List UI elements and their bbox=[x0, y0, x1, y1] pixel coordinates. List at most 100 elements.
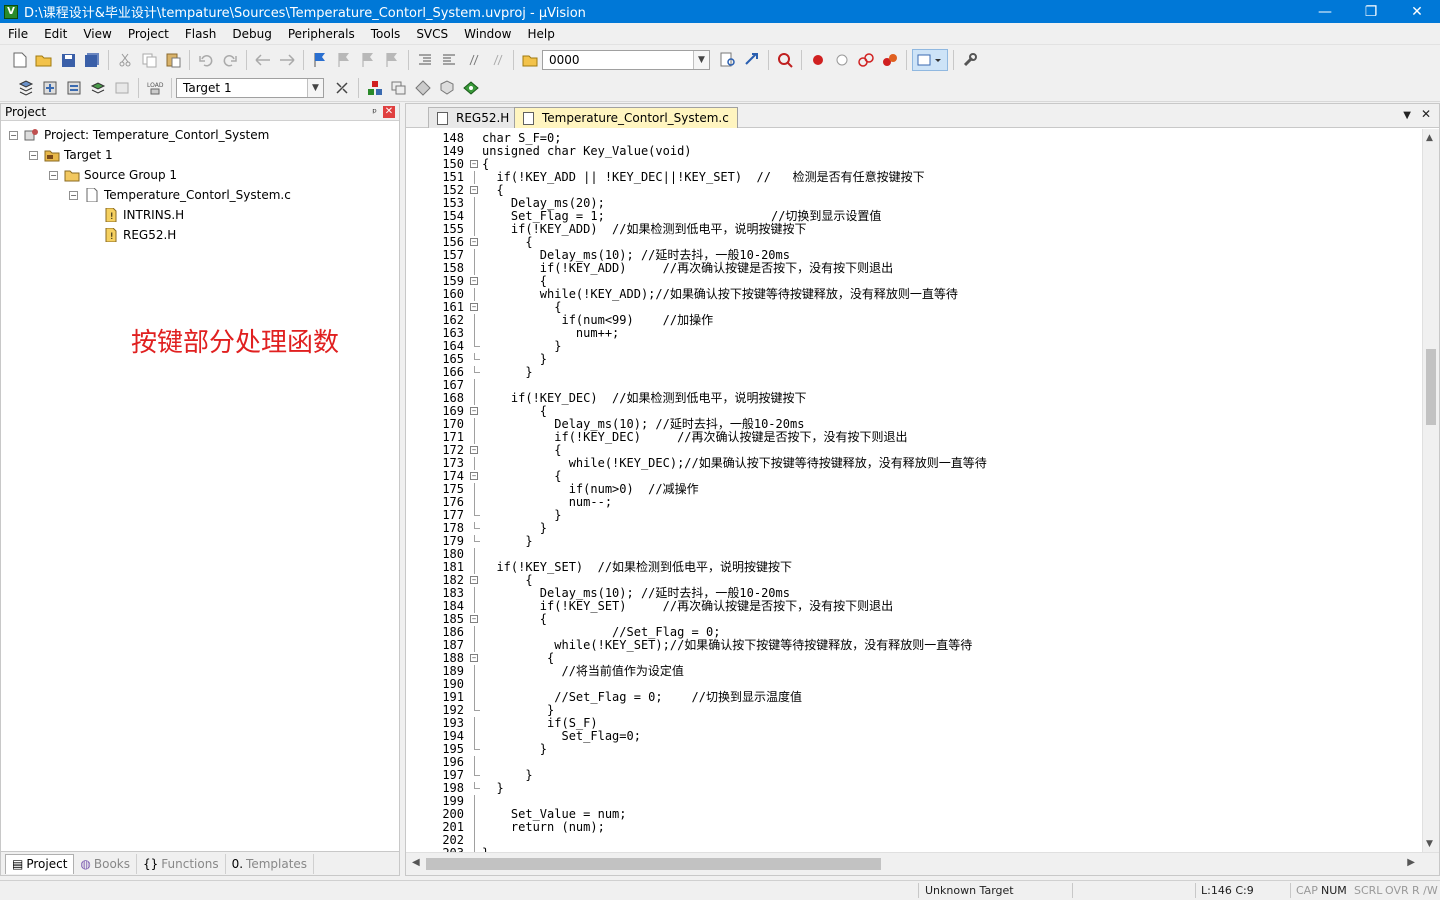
collapse-icon[interactable]: − bbox=[29, 150, 38, 160]
tab-reg52-h[interactable]: REG52.H bbox=[428, 107, 519, 128]
menu-view[interactable]: View bbox=[75, 23, 119, 45]
stop-build-icon[interactable] bbox=[111, 77, 133, 99]
menu-edit[interactable]: Edit bbox=[36, 23, 75, 45]
code-line[interactable]: 151 if(!KEY_ADD || !KEY_DEC||!KEY_SET) /… bbox=[406, 171, 1423, 184]
rebuild-icon[interactable] bbox=[63, 77, 85, 99]
paste-icon[interactable] bbox=[162, 49, 184, 71]
fold-collapse-icon[interactable]: − bbox=[470, 160, 478, 168]
incremental-find-icon[interactable] bbox=[741, 49, 763, 71]
pack-installer-icon[interactable] bbox=[436, 77, 458, 99]
insert-breakpoint-icon[interactable] bbox=[807, 49, 829, 71]
batch-build-icon[interactable] bbox=[87, 77, 109, 99]
fold-collapse-icon[interactable]: − bbox=[470, 446, 478, 454]
code-line[interactable]: 187 while(!KEY_SET);//如果确认按下按键等待按键释放，没有释… bbox=[406, 639, 1423, 652]
menu-svcs[interactable]: SVCS bbox=[408, 23, 456, 45]
save-all-icon[interactable] bbox=[81, 49, 103, 71]
code-line[interactable]: 155 if(!KEY_ADD) //如果检测到低电平，说明按键按下 bbox=[406, 223, 1423, 236]
code-line[interactable]: 165 } bbox=[406, 353, 1423, 366]
collapse-icon[interactable]: − bbox=[49, 170, 58, 180]
next-bookmark-icon[interactable] bbox=[357, 49, 379, 71]
code-line[interactable]: 166 } bbox=[406, 366, 1423, 379]
pin-icon[interactable]: ᵖ bbox=[372, 106, 377, 119]
kill-breakpoints-icon[interactable] bbox=[879, 49, 901, 71]
scroll-up-icon[interactable]: ▲ bbox=[1426, 133, 1433, 143]
code-line[interactable]: 191 //Set_Flag = 0; //切换到显示温度值 bbox=[406, 691, 1423, 704]
find-combo-arrow-icon[interactable]: ▼ bbox=[693, 51, 709, 69]
tab-templates[interactable]: 0. Templates bbox=[226, 853, 315, 874]
code-line[interactable]: 195 } bbox=[406, 743, 1423, 756]
menu-debug[interactable]: Debug bbox=[224, 23, 279, 45]
save-icon[interactable] bbox=[57, 49, 79, 71]
horizontal-scroll-thumb[interactable] bbox=[426, 858, 881, 870]
tree-item-header-file[interactable]: ! INTRINS.H bbox=[103, 205, 184, 225]
target-select[interactable]: Target 1 ▼ bbox=[176, 78, 324, 98]
tab-books[interactable]: ◍ Books bbox=[74, 853, 138, 874]
download-icon[interactable]: LOAD bbox=[144, 77, 166, 99]
tab-list-dropdown-icon[interactable]: ▼ bbox=[1403, 110, 1411, 121]
collapse-icon[interactable]: − bbox=[69, 190, 78, 200]
redo-icon[interactable] bbox=[219, 49, 241, 71]
code-line[interactable]: 198 } bbox=[406, 782, 1423, 795]
fold-collapse-icon[interactable]: − bbox=[470, 472, 478, 480]
uncomment-icon[interactable] bbox=[486, 49, 508, 71]
disable-breakpoints-icon[interactable] bbox=[855, 49, 877, 71]
code-line[interactable]: 177 } bbox=[406, 509, 1423, 522]
comment-icon[interactable] bbox=[462, 49, 484, 71]
menu-project[interactable]: Project bbox=[120, 23, 177, 45]
manage-components-icon[interactable] bbox=[364, 77, 386, 99]
scroll-right-icon[interactable]: ▶ bbox=[1407, 857, 1415, 868]
vertical-scroll-thumb[interactable] bbox=[1426, 349, 1436, 425]
previous-bookmark-icon[interactable] bbox=[333, 49, 355, 71]
code-line[interactable]: 164 } bbox=[406, 340, 1423, 353]
menu-peripherals[interactable]: Peripherals bbox=[280, 23, 363, 45]
menu-file[interactable]: File bbox=[0, 23, 36, 45]
file-extensions-icon[interactable] bbox=[388, 77, 410, 99]
navigate-forward-icon[interactable] bbox=[276, 49, 298, 71]
restore-button[interactable]: ❐ bbox=[1348, 0, 1394, 23]
close-window-button[interactable]: ✕ bbox=[1394, 0, 1440, 23]
code-line[interactable]: 184 if(!KEY_SET) //再次确认按键是否按下，没有按下则退出 bbox=[406, 600, 1423, 613]
build-icon[interactable] bbox=[39, 77, 61, 99]
copy-icon[interactable] bbox=[138, 49, 160, 71]
code-line[interactable]: 189 //将当前值作为设定值 bbox=[406, 665, 1423, 678]
debug-session-icon[interactable] bbox=[774, 49, 796, 71]
fold-collapse-icon[interactable]: − bbox=[470, 407, 478, 415]
fold-collapse-icon[interactable]: − bbox=[470, 238, 478, 246]
tab-project[interactable]: ▤ Project bbox=[5, 853, 75, 874]
code-line[interactable]: 178 } bbox=[406, 522, 1423, 535]
target-select-arrow-icon[interactable]: ▼ bbox=[307, 79, 323, 97]
close-editor-icon[interactable]: ✕ bbox=[1421, 107, 1431, 121]
code-line[interactable]: 194 Set_Flag=0; bbox=[406, 730, 1423, 743]
fold-collapse-icon[interactable]: − bbox=[470, 303, 478, 311]
menu-window[interactable]: Window bbox=[456, 23, 519, 45]
code-line[interactable]: 179 } bbox=[406, 535, 1423, 548]
fold-collapse-icon[interactable]: − bbox=[470, 615, 478, 623]
find-icon[interactable] bbox=[717, 49, 739, 71]
horizontal-scrollbar[interactable]: ◀ ▶ bbox=[406, 852, 1439, 875]
tree-item-target[interactable]: − Target 1 bbox=[29, 145, 113, 165]
tree-item-project[interactable]: − Project: Temperature_Contorl_System bbox=[9, 125, 269, 145]
select-software-packs-icon[interactable] bbox=[412, 77, 434, 99]
configure-icon[interactable] bbox=[959, 49, 981, 71]
new-file-icon[interactable] bbox=[9, 49, 31, 71]
collapse-icon[interactable]: − bbox=[9, 130, 18, 140]
fold-collapse-icon[interactable]: − bbox=[470, 576, 478, 584]
menu-flash[interactable]: Flash bbox=[177, 23, 224, 45]
tab-functions[interactable]: {} Functions bbox=[137, 853, 226, 874]
translate-icon[interactable] bbox=[15, 77, 37, 99]
menu-tools[interactable]: Tools bbox=[363, 23, 409, 45]
tree-item-source-file[interactable]: − Temperature_Contorl_System.c bbox=[69, 185, 291, 205]
tab-temperature-contorl-system-c[interactable]: Temperature_Contorl_System.c bbox=[514, 107, 738, 128]
tree-item-source-group[interactable]: − Source Group 1 bbox=[49, 165, 177, 185]
fold-collapse-icon[interactable]: − bbox=[470, 654, 478, 662]
fold-collapse-icon[interactable]: − bbox=[470, 277, 478, 285]
insert-bookmark-icon[interactable] bbox=[309, 49, 331, 71]
code-line[interactable]: 181 if(!KEY_SET) //如果检测到低电平，说明按键按下 bbox=[406, 561, 1423, 574]
find-in-files-icon[interactable] bbox=[519, 49, 541, 71]
menu-help[interactable]: Help bbox=[519, 23, 562, 45]
clear-bookmarks-icon[interactable] bbox=[381, 49, 403, 71]
tree-item-header-file[interactable]: ! REG52.H bbox=[103, 225, 176, 245]
open-file-icon[interactable] bbox=[33, 49, 55, 71]
scroll-left-icon[interactable]: ◀ bbox=[412, 857, 420, 868]
unindent-icon[interactable] bbox=[438, 49, 460, 71]
